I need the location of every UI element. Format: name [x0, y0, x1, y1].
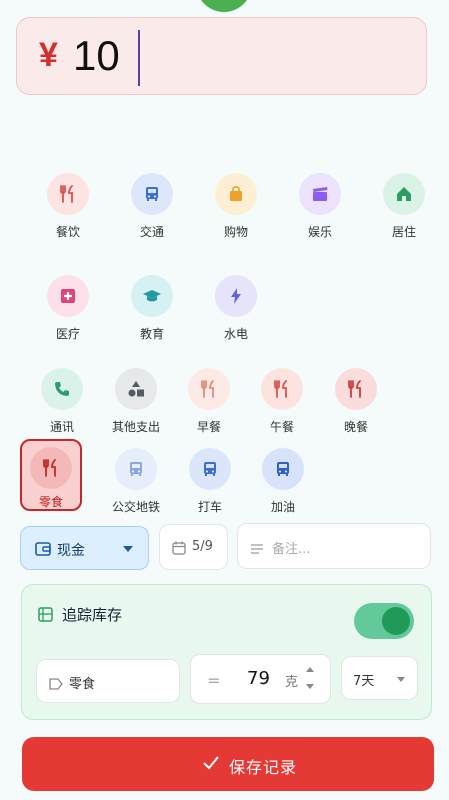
fork-knife-icon	[30, 447, 72, 489]
category-交通[interactable]: 交通	[117, 165, 187, 243]
category-label: 加油	[270, 500, 295, 514]
toggle-knob	[382, 607, 410, 635]
decrement-icon[interactable]	[306, 684, 314, 689]
fork-knife-icon	[188, 368, 230, 410]
chevron-down-icon	[397, 677, 405, 682]
graduation-cap-icon	[131, 275, 173, 317]
bus-icon	[262, 448, 304, 490]
category-晚餐[interactable]: 晚餐	[321, 360, 391, 438]
note-field[interactable]: 备注...	[237, 523, 431, 569]
bus-icon	[115, 448, 157, 490]
tracking-title: 追踪库存	[62, 606, 123, 624]
unit-label: 克	[285, 675, 299, 690]
home-icon	[383, 173, 425, 215]
top-fab-peek	[196, 0, 252, 12]
amount-value: 10	[73, 32, 120, 79]
payment-method-label: 现金	[57, 543, 85, 559]
note-placeholder: 备注...	[272, 542, 311, 557]
equals-icon: =	[207, 671, 221, 690]
category-label: 医疗	[55, 327, 80, 341]
text-caret	[138, 30, 140, 86]
category-label: 教育	[139, 327, 164, 341]
date-label: 5/9	[192, 539, 213, 554]
check-icon	[202, 755, 220, 775]
category-label: 娱乐	[307, 225, 332, 239]
item-name-field[interactable]: 零食	[36, 659, 180, 703]
bus-icon	[131, 173, 173, 215]
category-label: 交通	[139, 225, 164, 239]
category-label: 居住	[391, 225, 416, 239]
currency-symbol: ¥	[39, 36, 58, 74]
category-医疗[interactable]: 医疗	[33, 267, 103, 345]
category-娱乐[interactable]: 娱乐	[285, 165, 355, 243]
category-公交地铁[interactable]: 公交地铁	[101, 440, 171, 518]
fork-knife-icon	[335, 368, 377, 410]
tracking-toggle[interactable]	[354, 603, 414, 639]
category-零食[interactable]: 零食	[20, 439, 82, 511]
category-教育[interactable]: 教育	[117, 267, 187, 345]
date-button[interactable]: 5/9	[159, 524, 228, 570]
category-label: 餐饮	[55, 225, 80, 239]
inventory-tracking-panel: 追踪库存 零食 = 79 克 7天	[21, 584, 432, 720]
shopping-bag-icon	[215, 173, 257, 215]
increment-icon[interactable]	[306, 667, 314, 672]
category-午餐[interactable]: 午餐	[247, 360, 317, 438]
lines-icon	[250, 540, 264, 559]
category-其他支出[interactable]: 其他支出	[101, 360, 171, 438]
quantity-value: 79	[247, 668, 270, 689]
lightning-icon	[215, 275, 257, 317]
category-加油[interactable]: 加油	[248, 440, 318, 518]
phone-icon	[41, 368, 83, 410]
category-label: 零食	[38, 495, 63, 509]
inventory-icon	[38, 607, 53, 626]
calendar-icon	[172, 540, 186, 559]
tag-icon	[49, 675, 63, 694]
bus-icon	[189, 448, 231, 490]
payment-method-select[interactable]: 现金	[20, 526, 149, 570]
duration-value: 7天	[353, 674, 375, 689]
category-购物[interactable]: 购物	[201, 165, 271, 243]
medical-cross-icon	[47, 275, 89, 317]
category-早餐[interactable]: 早餐	[174, 360, 244, 438]
fork-knife-icon	[261, 368, 303, 410]
save-button-label: 保存记录	[229, 758, 298, 777]
item-name-value: 零食	[69, 677, 96, 692]
wallet-icon	[35, 541, 51, 561]
clapperboard-icon	[299, 173, 341, 215]
save-button[interactable]: 保存记录	[22, 737, 434, 791]
category-label: 晚餐	[343, 420, 368, 434]
category-餐饮[interactable]: 餐饮	[33, 165, 103, 243]
fork-knife-icon	[47, 173, 89, 215]
category-label: 购物	[223, 225, 248, 239]
category-打车[interactable]: 打车	[175, 440, 245, 518]
category-居住[interactable]: 居住	[369, 165, 439, 243]
category-label: 水电	[223, 327, 248, 341]
category-通讯[interactable]: 通讯	[27, 360, 97, 438]
quantity-stepper[interactable]: = 79 克	[190, 654, 331, 704]
amount-input[interactable]: ¥ 10	[16, 17, 427, 95]
shapes-icon	[115, 368, 157, 410]
category-水电[interactable]: 水电	[201, 267, 271, 345]
duration-select[interactable]: 7天	[341, 656, 418, 700]
chevron-down-icon	[123, 546, 133, 552]
